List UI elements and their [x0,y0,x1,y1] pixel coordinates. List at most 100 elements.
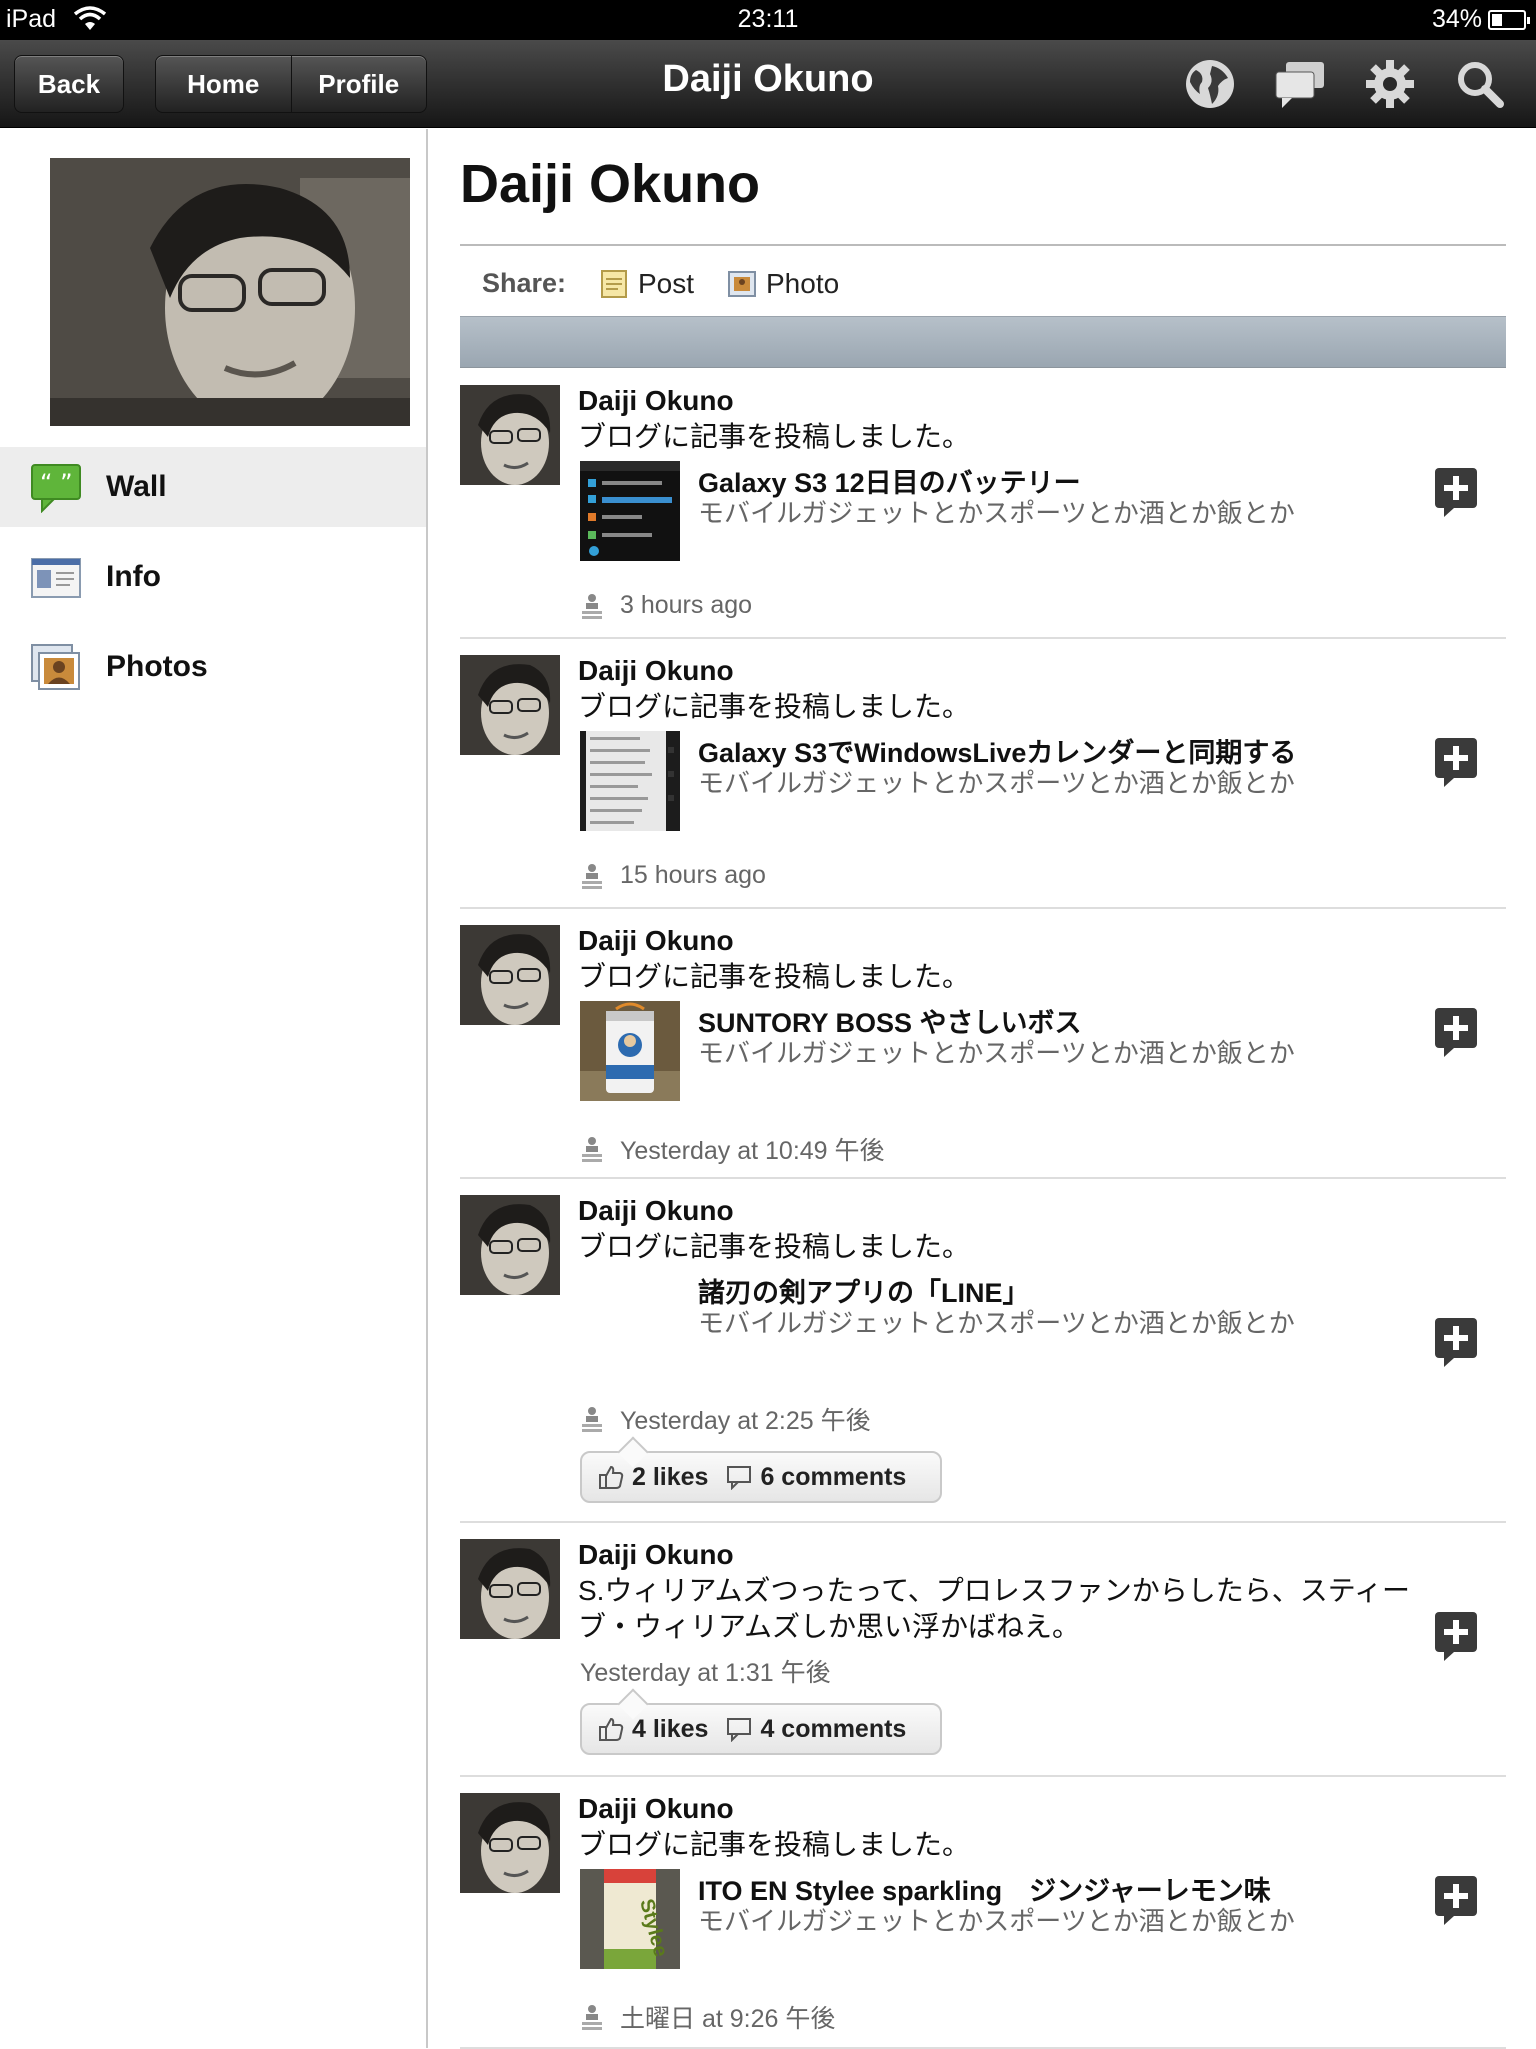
comments-count[interactable]: 6 comments [726,1463,906,1492]
feed-post: Daiji Okuno ブログに記事を投稿しました。 Stylee ITO EN… [460,1777,1506,2049]
link-thumbnail[interactable] [580,1001,680,1101]
post-timestamp[interactable]: 15 hours ago [620,861,766,890]
composer-strip [460,316,1506,368]
feed-post: Daiji Okuno ブログに記事を投稿しました。 Galaxy S3でWin… [460,639,1506,909]
post-author[interactable]: Daiji Okuno [578,1195,734,1227]
sidebar-item-photos[interactable]: Photos [0,627,426,707]
post-author[interactable]: Daiji Okuno [578,1793,734,1825]
battery-icon [1488,10,1530,30]
wordbooker-icon [582,1407,602,1432]
profile-button[interactable]: Profile [290,56,427,112]
post-timestamp[interactable]: Yesterday at 10:49 午後 [620,1131,885,1167]
post-text: S.ウィリアムズつったって、プロレスファンからしたら、スティーブ・ウィリアムズし… [578,1575,1411,1642]
status-bar: iPad 23:11 34% [0,0,1536,40]
post-author[interactable]: Daiji Okuno [578,1539,734,1571]
post-text: ブログに記事を投稿しました。 [578,961,971,992]
wordbooker-icon [582,593,602,619]
link-description: モバイルガジェットとかスポーツとか酒とか飯とか [698,768,1295,798]
page-title: Daiji Okuno [460,154,761,214]
link-description: モバイルガジェットとかスポーツとか酒とか飯とか [698,1906,1295,1936]
home-profile-segment: Home Profile [155,55,427,113]
post-meta: 3 hours ago [580,591,752,620]
clock: 23:11 [737,5,799,33]
comments-label: 4 comments [760,1714,907,1743]
post-text: ブログに記事を投稿しました。 [578,1829,971,1860]
feed-post: Daiji Okuno ブログに記事を投稿しました。 諸刃の剣アプリの「LINE… [460,1179,1506,1523]
post-author[interactable]: Daiji Okuno [578,655,734,687]
sidebar-item-wall[interactable]: “ ” Wall [0,447,426,527]
thumbs-up-icon [599,1465,624,1489]
avatar[interactable] [460,1793,560,1893]
likes-label: 4 likes [632,1714,709,1743]
add-comment-button[interactable] [1434,1317,1478,1369]
feed-post: Daiji Okuno ブログに記事を投稿しました。 SUNTORY BOSS … [460,909,1506,1179]
sidebar-item-info[interactable]: Info [0,537,426,617]
post-meta: Yesterday at 1:31 午後 [580,1653,831,1689]
wordbooker-icon [582,863,602,889]
comments-count[interactable]: 4 comments [726,1715,906,1744]
globe-icon[interactable] [1182,56,1238,112]
likes-count[interactable]: 2 likes [598,1463,708,1492]
post-text: ブログに記事を投稿しました。 [578,421,971,452]
search-icon[interactable] [1452,56,1508,112]
avatar[interactable] [460,655,560,755]
share-photo-label: Photo [766,268,840,299]
chat-bubbles-icon[interactable] [1272,56,1328,112]
likes-count[interactable]: 4 likes [598,1715,708,1744]
link-description: モバイルガジェットとかスポーツとか酒とか飯とか [698,1308,1295,1338]
post-text: ブログに記事を投稿しました。 [578,691,971,722]
post-meta: 15 hours ago [580,861,766,890]
add-comment-button[interactable] [1434,467,1478,519]
post-meta: Yesterday at 10:49 午後 [580,1131,885,1167]
add-comment-button[interactable] [1434,737,1478,789]
likes-comments-summary[interactable]: 4 likes 4 comments [580,1703,942,1755]
profile-photo[interactable] [50,158,410,426]
avatar[interactable] [460,925,560,1025]
feed-post: Daiji Okuno ブログに記事を投稿しました。 Galaxy S3 12日… [460,369,1506,639]
link-description: モバイルガジェットとかスポーツとか酒とか飯とか [698,1038,1295,1068]
feed-post: Daiji Okuno S.ウィリアムズつったって、プロレスファンからしたら、ス… [460,1523,1506,1777]
thumbs-up-icon [599,1717,624,1741]
post-timestamp[interactable]: Yesterday at 1:31 午後 [580,1653,831,1689]
comment-icon [727,1466,752,1490]
post-author[interactable]: Daiji Okuno [578,385,734,417]
likes-comments-summary[interactable]: 2 likes 6 comments [580,1451,942,1503]
note-icon [601,270,627,298]
link-description: モバイルガジェットとかスポーツとか酒とか飯とか [698,498,1295,528]
link-thumbnail[interactable] [580,461,680,561]
add-comment-button[interactable] [1434,1007,1478,1059]
share-post-button[interactable]: Post [600,266,694,302]
speech-bubble-icon: “ ” [30,463,82,514]
comments-label: 6 comments [760,1462,907,1491]
sidebar-item-label: Wall [106,470,167,503]
post-text: ブログに記事を投稿しました。 [578,1231,971,1262]
link-thumbnail[interactable]: Stylee [580,1869,680,1969]
likes-label: 2 likes [632,1462,709,1491]
home-button[interactable]: Home [156,56,291,112]
share-photo-button[interactable]: Photo [728,266,839,302]
info-card-icon [30,553,82,603]
add-comment-button[interactable] [1434,1875,1478,1927]
post-author[interactable]: Daiji Okuno [578,925,734,957]
gear-icon[interactable] [1362,56,1418,112]
avatar[interactable] [460,1195,560,1295]
post-meta: Yesterday at 2:25 午後 [580,1401,871,1437]
photos-icon [30,643,82,693]
share-bar: Share: Post Photo [460,246,1506,318]
post-meta: 土曜日 at 9:26 午後 [580,1999,835,2035]
avatar[interactable] [460,385,560,485]
share-post-label: Post [638,268,695,299]
link-thumbnail[interactable] [580,731,680,831]
post-timestamp[interactable]: 土曜日 at 9:26 午後 [620,1999,835,2035]
add-comment-button[interactable] [1434,1611,1478,1663]
sidebar-item-label: Info [106,560,161,593]
sidebar: “ ” Wall Info Photos [0,129,428,2048]
post-timestamp[interactable]: Yesterday at 2:25 午後 [620,1401,871,1437]
avatar[interactable] [460,1539,560,1639]
sidebar-item-label: Photos [106,650,208,683]
back-button[interactable]: Back [14,55,124,113]
navigation-bar: Back Home Profile Daiji Okuno [0,40,1536,128]
svg-text:“ ”: “ ” [40,469,73,497]
post-timestamp[interactable]: 3 hours ago [620,591,752,620]
battery-percent: 34% [1431,5,1482,33]
